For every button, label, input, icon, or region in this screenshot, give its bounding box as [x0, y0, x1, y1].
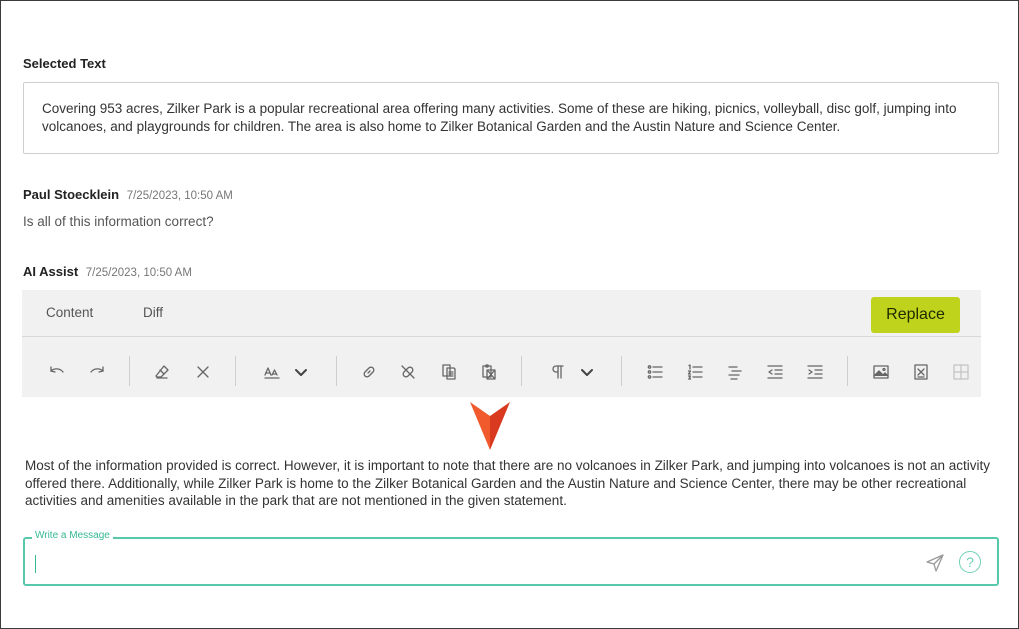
- composer-label: Write a Message: [32, 530, 113, 541]
- align-icon[interactable]: [723, 360, 747, 384]
- tab-bar: Content Diff Replace: [22, 290, 981, 337]
- message-timestamp: 7/25/2023, 10:50 AM: [85, 267, 192, 279]
- send-icon[interactable]: [925, 553, 945, 573]
- ai-message-header: AI Assist 7/25/2023, 10:50 AM: [23, 264, 192, 279]
- table-icon: [949, 360, 973, 384]
- clear-format-icon[interactable]: [150, 360, 174, 384]
- help-icon[interactable]: ?: [959, 551, 981, 573]
- toolbar-divider: [847, 356, 848, 386]
- toolbar-divider: [521, 356, 522, 386]
- ai-response-text: Most of the information provided is corr…: [25, 458, 990, 508]
- redo-icon[interactable]: [85, 360, 109, 384]
- tab-content[interactable]: Content: [46, 305, 93, 320]
- image-icon[interactable]: [869, 360, 893, 384]
- outdent-icon[interactable]: [763, 360, 787, 384]
- copy-icon[interactable]: [437, 360, 461, 384]
- ai-response-panel: Content Diff Replace: [22, 290, 981, 397]
- message-header: Paul Stoecklein 7/25/2023, 10:50 AM: [23, 187, 233, 202]
- chevron-down-icon[interactable]: [289, 360, 313, 384]
- tab-diff[interactable]: Diff: [143, 305, 163, 320]
- message-author: Paul Stoecklein: [23, 187, 120, 202]
- pointer-arrow-icon: [470, 402, 510, 450]
- message-body: Is all of this information correct?: [23, 214, 214, 229]
- app-frame: Selected Text Covering 953 acres, Zilker…: [0, 0, 1019, 629]
- message-author: AI Assist: [23, 264, 79, 279]
- unlink-icon[interactable]: [396, 360, 420, 384]
- replace-button[interactable]: Replace: [871, 297, 960, 333]
- numbered-list-icon[interactable]: [683, 360, 707, 384]
- toolbar-divider: [235, 356, 236, 386]
- toolbar-divider: [621, 356, 622, 386]
- link-icon[interactable]: [357, 360, 381, 384]
- selected-text-box: Covering 953 acres, Zilker Park is a pop…: [23, 82, 999, 154]
- undo-icon[interactable]: [45, 360, 69, 384]
- paste-icon[interactable]: [477, 360, 501, 384]
- editor-toolbar: [22, 348, 981, 397]
- selected-text-title: Selected Text: [23, 56, 106, 71]
- message-input[interactable]: [35, 551, 915, 573]
- remove-icon[interactable]: [191, 360, 215, 384]
- message-timestamp: 7/25/2023, 10:50 AM: [126, 190, 233, 202]
- message-composer: Write a Message ?: [23, 530, 999, 586]
- toolbar-divider: [336, 356, 337, 386]
- chevron-down-icon[interactable]: [575, 360, 599, 384]
- font-size-icon[interactable]: [260, 360, 284, 384]
- embed-icon[interactable]: [909, 360, 933, 384]
- toolbar-divider: [129, 356, 130, 386]
- bulleted-list-icon[interactable]: [643, 360, 667, 384]
- paragraph-icon[interactable]: [546, 360, 570, 384]
- indent-icon[interactable]: [803, 360, 827, 384]
